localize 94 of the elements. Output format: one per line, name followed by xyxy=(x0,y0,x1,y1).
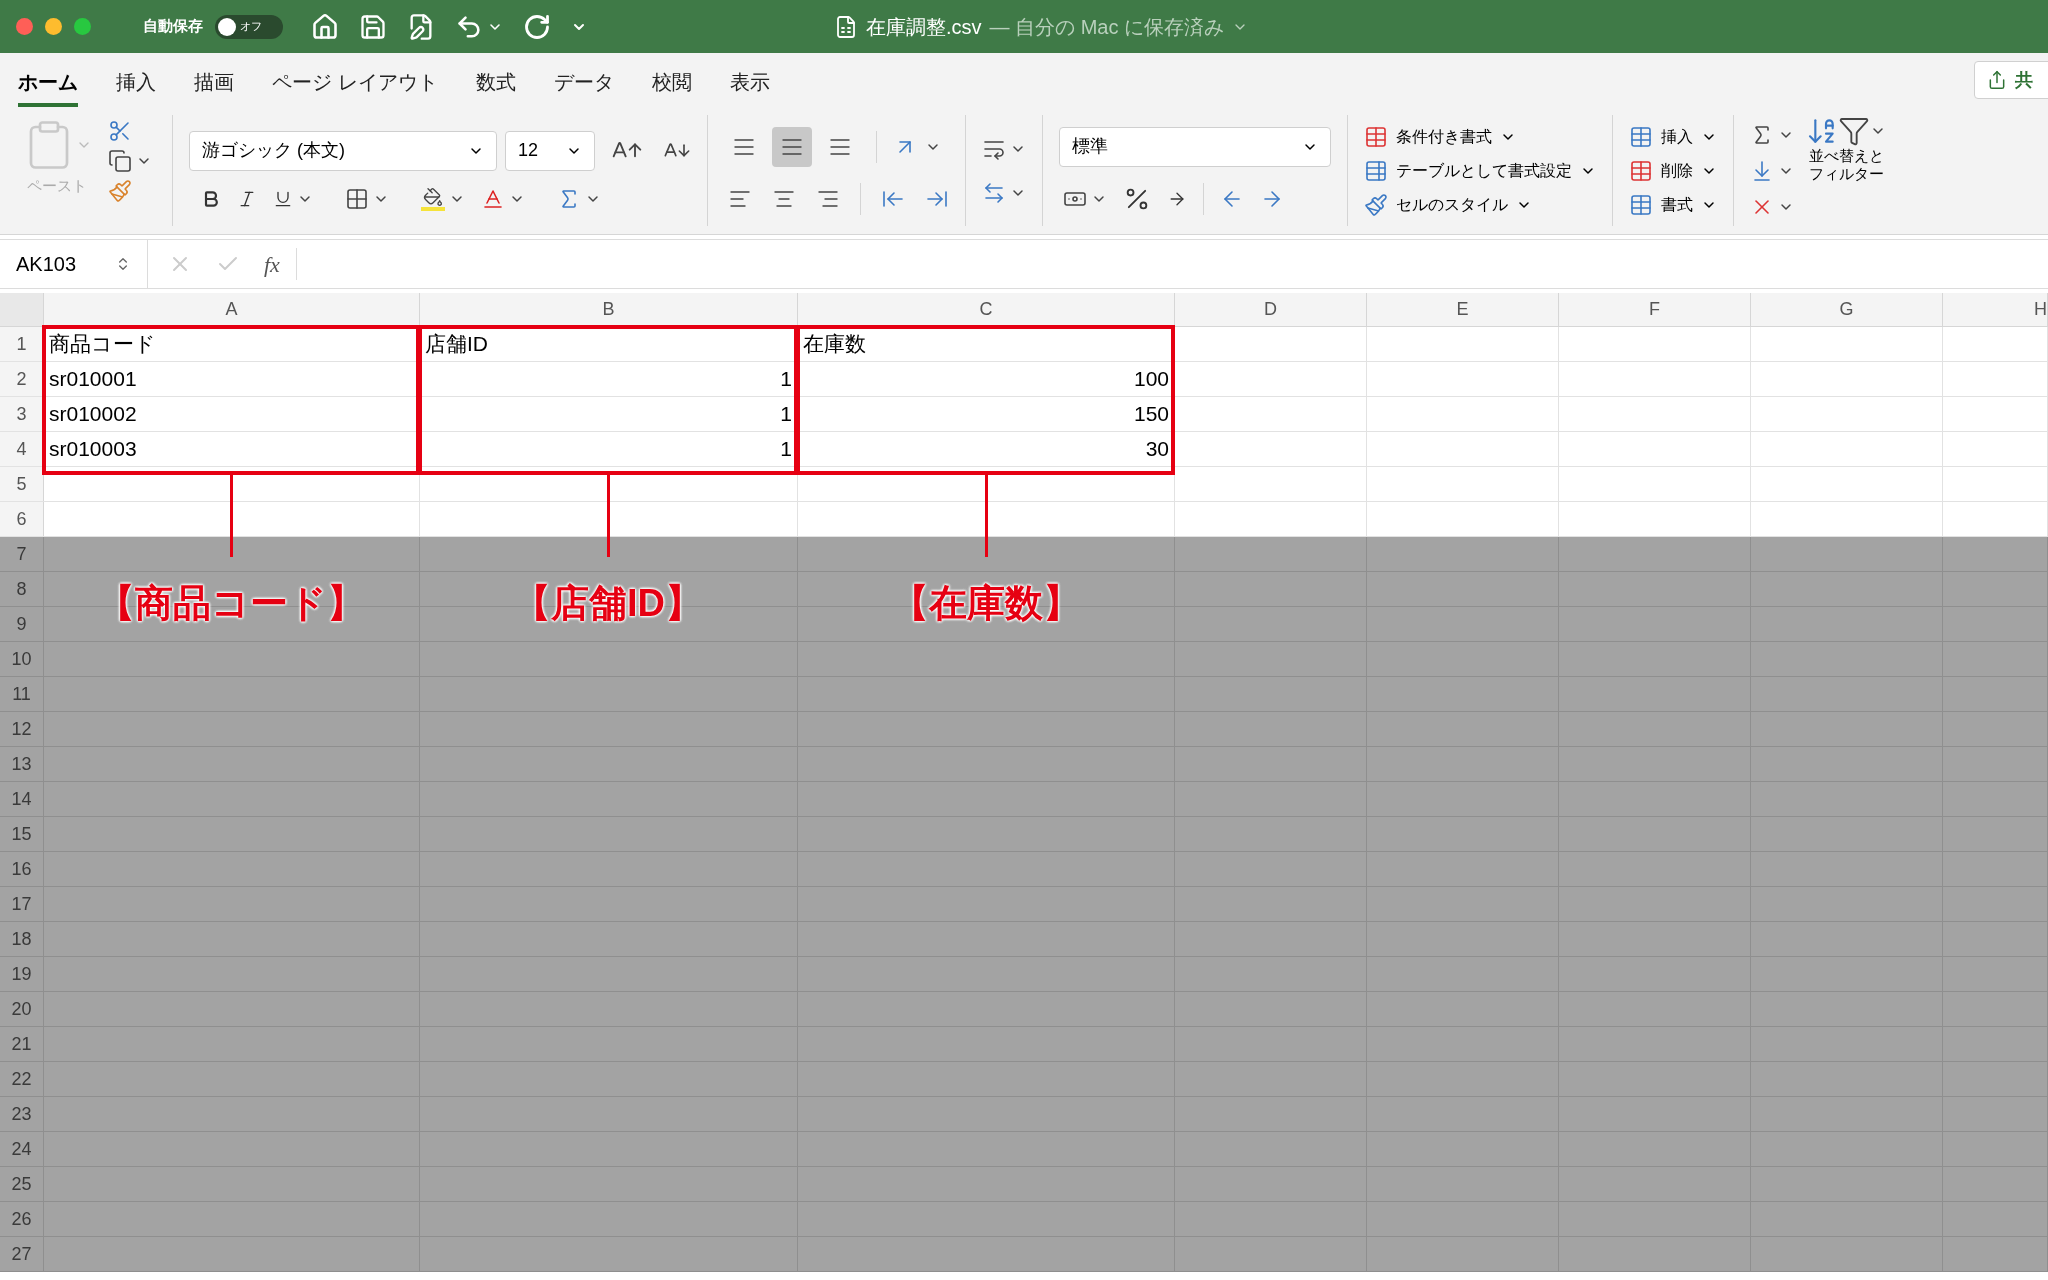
column-header[interactable]: A xyxy=(44,293,420,326)
ribbon-tab[interactable]: 数式 xyxy=(475,61,516,107)
cells-menu-button[interactable]: 挿入 xyxy=(1629,124,1717,149)
row-number[interactable]: 16 xyxy=(0,852,44,886)
spreadsheet-file-icon xyxy=(834,14,858,39)
table-icon xyxy=(1364,124,1388,149)
row-number[interactable]: 18 xyxy=(0,922,44,956)
row-number[interactable]: 9 xyxy=(0,607,44,641)
table-icon xyxy=(1629,192,1653,217)
column-header[interactable]: F xyxy=(1559,293,1751,326)
row-number[interactable]: 17 xyxy=(0,887,44,921)
font-size-select[interactable]: 12 xyxy=(505,130,595,171)
callout-label: 【在庫数】 xyxy=(890,581,1081,626)
document-title: 在庫調整.csv xyxy=(866,14,982,40)
table-cell-text: sr010001 xyxy=(49,366,137,393)
row-number[interactable]: 5 xyxy=(0,467,44,501)
row-number[interactable]: 8 xyxy=(0,572,44,606)
copy-icon[interactable] xyxy=(108,149,132,173)
row-number[interactable]: 26 xyxy=(0,1202,44,1236)
format-painter-icon[interactable] xyxy=(108,179,132,203)
minimize-window-icon[interactable] xyxy=(45,18,62,35)
column-header[interactable]: G xyxy=(1751,293,1943,326)
cut-icon[interactable] xyxy=(108,119,132,143)
row-number[interactable]: 14 xyxy=(0,782,44,816)
share-icon xyxy=(1987,70,2007,90)
row-number[interactable]: 25 xyxy=(0,1167,44,1201)
share-button[interactable]: 共 xyxy=(1974,61,2048,99)
ribbon-tab[interactable]: ページ レイアウト xyxy=(272,61,438,107)
font-name-select[interactable]: 游ゴシック (本文) xyxy=(189,130,497,171)
row-number[interactable]: 13 xyxy=(0,747,44,781)
fill-color-icon[interactable] xyxy=(421,186,445,211)
row-number[interactable]: 2 xyxy=(0,362,44,396)
table-cell-text: 150 xyxy=(1133,401,1169,428)
table-cell-text: 1 xyxy=(780,401,792,428)
callout-label: 【店舗ID】 xyxy=(513,581,703,626)
table-cell-text: 在庫数 xyxy=(803,331,866,358)
ribbon-tab[interactable]: 表示 xyxy=(729,61,770,107)
table-icon xyxy=(1629,124,1653,149)
row-number[interactable]: 24 xyxy=(0,1132,44,1166)
row-number[interactable]: 12 xyxy=(0,712,44,746)
save-icon[interactable] xyxy=(359,12,387,41)
cells-menu-button[interactable]: 書式 xyxy=(1629,192,1717,217)
table-cell-text: 100 xyxy=(1133,366,1169,393)
name-box[interactable]: AK103 xyxy=(0,240,148,288)
column-header[interactable]: H xyxy=(1943,293,2048,326)
row-number[interactable]: 21 xyxy=(0,1027,44,1061)
table-cell-text: 1 xyxy=(780,366,792,393)
row-number[interactable]: 22 xyxy=(0,1062,44,1096)
autosave-label: 自動保存 xyxy=(143,16,203,37)
styles-menu-button[interactable]: 条件付き書式 xyxy=(1364,124,1596,149)
row-number[interactable]: 27 xyxy=(0,1237,44,1271)
callout-label: 【商品コード】 xyxy=(97,581,365,626)
styles-menu-button[interactable]: テーブルとして書式設定 xyxy=(1364,158,1596,183)
table-cell-text: 商品コード xyxy=(49,331,156,358)
column-header[interactable]: E xyxy=(1367,293,1559,326)
paintbrush-icon xyxy=(1364,192,1388,217)
number-format-select[interactable]: 標準 xyxy=(1059,126,1331,167)
insert-function-button[interactable]: fx xyxy=(264,247,280,281)
ribbon-tab[interactable]: データ xyxy=(553,61,614,107)
vertical-align-button[interactable] xyxy=(772,126,812,167)
table-cell-text: 1 xyxy=(780,436,792,463)
row-number[interactable]: 19 xyxy=(0,957,44,991)
table-icon xyxy=(1364,158,1388,183)
redo-icon[interactable] xyxy=(523,12,551,41)
sort-filter-label[interactable]: 並べ替えと フィルター xyxy=(1808,147,1884,183)
column-header[interactable]: D xyxy=(1175,293,1367,326)
row-number[interactable]: 11 xyxy=(0,677,44,711)
ribbon-tab[interactable]: 描画 xyxy=(194,61,234,107)
row-number[interactable]: 6 xyxy=(0,502,44,536)
row-number[interactable]: 20 xyxy=(0,992,44,1026)
row-number[interactable]: 23 xyxy=(0,1097,44,1131)
table-cell-text: sr010003 xyxy=(49,436,137,463)
row-number[interactable]: 15 xyxy=(0,817,44,851)
row-number[interactable]: 10 xyxy=(0,642,44,676)
column-header[interactable]: C xyxy=(798,293,1175,326)
table-cell-text: 店舗ID xyxy=(425,331,488,358)
row-number[interactable]: 7 xyxy=(0,537,44,571)
cells-menu-button[interactable]: 削除 xyxy=(1629,158,1717,183)
ribbon-tab[interactable]: 校閲 xyxy=(651,61,692,107)
row-number[interactable]: 3 xyxy=(0,397,44,431)
table-cell-text: sr010002 xyxy=(49,401,137,428)
borders-icon[interactable] xyxy=(345,186,369,211)
row-number[interactable]: 4 xyxy=(0,432,44,466)
column-header[interactable]: B xyxy=(420,293,798,326)
ribbon-tab[interactable]: 挿入 xyxy=(116,61,156,107)
styles-menu-button[interactable]: セルのスタイル xyxy=(1364,192,1596,217)
autosave-toggle[interactable]: オフ xyxy=(215,14,283,39)
table-cell-text: 30 xyxy=(1145,436,1169,463)
merge-cells-icon[interactable] xyxy=(982,180,1006,205)
table-icon xyxy=(1629,158,1653,183)
save-status: — 自分の Mac に保存済み xyxy=(989,14,1224,40)
row-number[interactable]: 1 xyxy=(0,327,44,361)
filter-icon[interactable] xyxy=(1838,115,1870,147)
home-icon[interactable] xyxy=(311,12,339,41)
